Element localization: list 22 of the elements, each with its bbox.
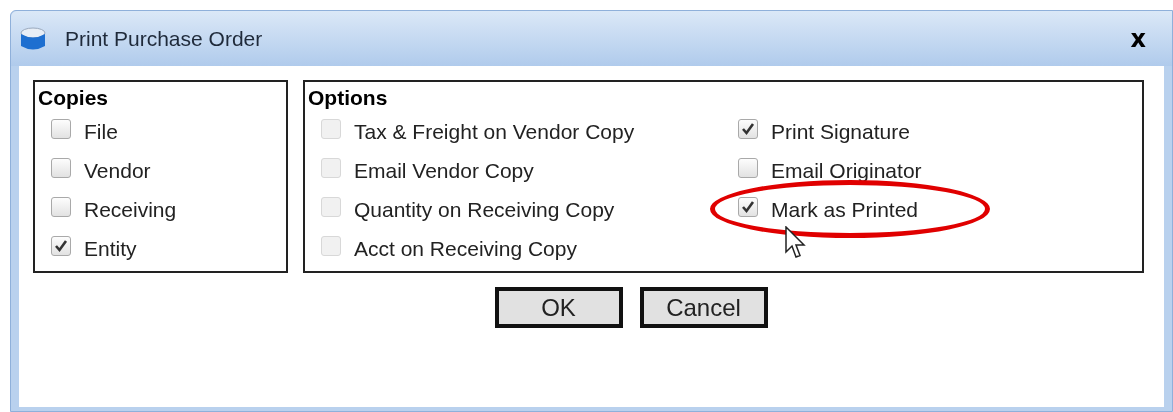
checkbox[interactable]	[51, 157, 71, 178]
dialog-button[interactable]: OK	[494, 287, 623, 328]
checkbox-label[interactable]: Print Signature	[771, 119, 910, 144]
checkbox-label[interactable]: Mark as Printed	[771, 197, 919, 222]
checkbox-label[interactable]: Email Originator	[771, 158, 922, 183]
cursor-icon	[785, 226, 809, 260]
checkbox[interactable]	[738, 157, 758, 178]
checkbox-label[interactable]: Receiving	[84, 197, 177, 222]
checkbox-label[interactable]: File	[84, 119, 118, 144]
group-title: Options	[308, 85, 388, 111]
checkbox[interactable]	[51, 196, 71, 217]
box-icon	[19, 25, 47, 52]
checkbox[interactable]	[738, 118, 758, 139]
close-button[interactable]: x	[1124, 24, 1152, 53]
checkbox[interactable]	[51, 235, 71, 256]
checkbox[interactable]	[738, 196, 758, 217]
checkbox-label[interactable]: Entity	[84, 236, 137, 261]
dialog-button[interactable]: Cancel	[639, 287, 768, 328]
checkbox-label[interactable]: Vendor	[84, 158, 151, 183]
checkbox[interactable]	[51, 118, 71, 139]
window-title: Print Purchase Order	[65, 26, 264, 51]
group-title: Copies	[38, 85, 108, 111]
